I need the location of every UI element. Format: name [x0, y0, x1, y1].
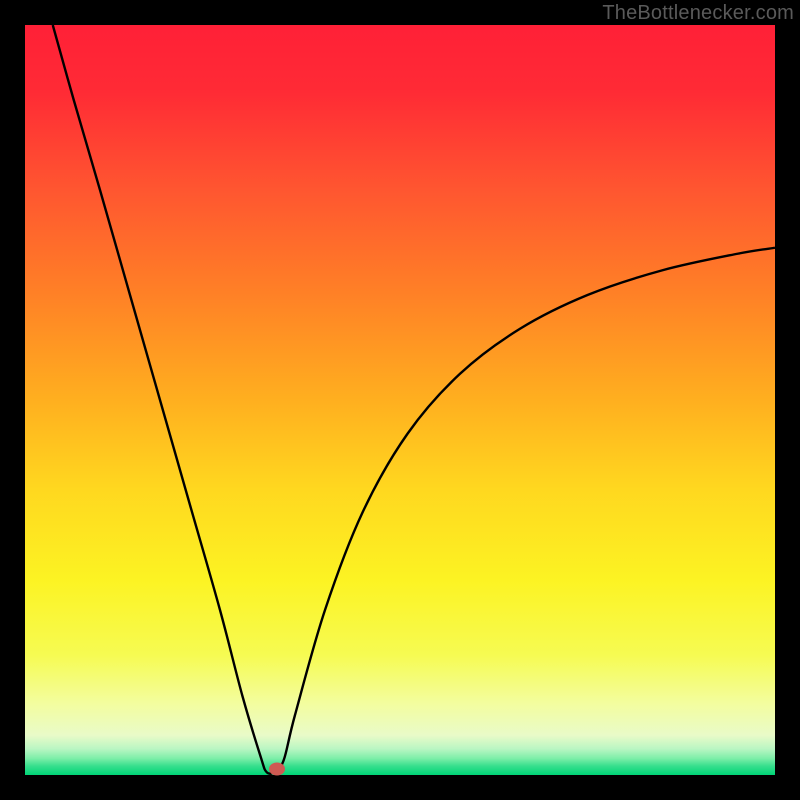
curve-layer: [25, 25, 775, 775]
chart-stage: TheBottlenecker.com: [0, 0, 800, 800]
plot-area: [25, 25, 775, 775]
bottleneck-curve-path: [53, 25, 775, 774]
optimal-point-marker: [269, 763, 285, 776]
watermark-text: TheBottlenecker.com: [602, 2, 794, 25]
